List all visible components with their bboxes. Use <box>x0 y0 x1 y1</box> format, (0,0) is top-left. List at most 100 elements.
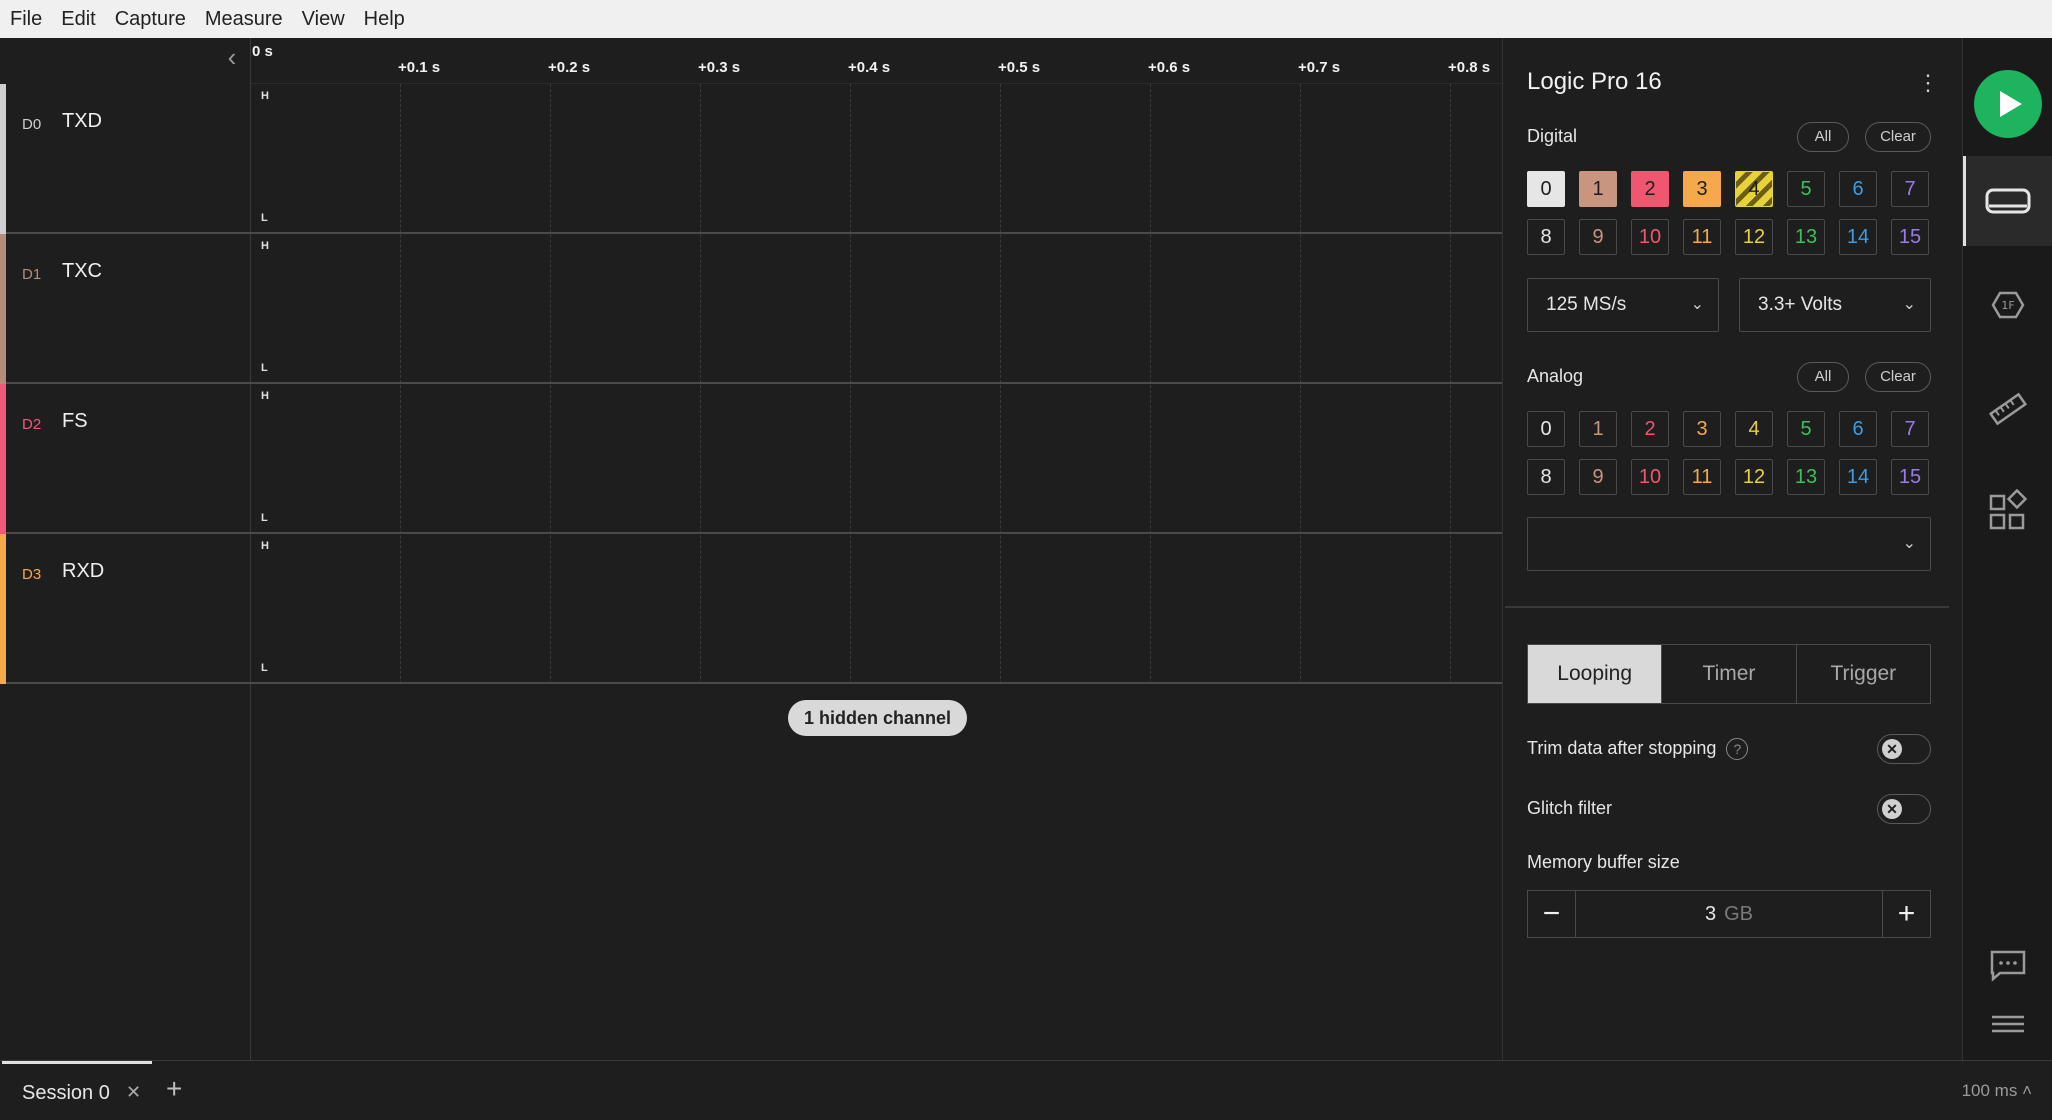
digital-channel-6[interactable]: 6 <box>1839 171 1877 207</box>
collapse-panel-chevron-icon[interactable]: ‹ <box>220 44 244 70</box>
analog-channel-2[interactable]: 2 <box>1631 411 1669 447</box>
add-session-plus-icon[interactable]: + <box>166 1073 182 1105</box>
analog-clear-button[interactable]: Clear <box>1865 362 1931 392</box>
help-icon[interactable]: ? <box>1726 738 1749 761</box>
channel-id: D0 <box>22 116 42 133</box>
analog-channel-11[interactable]: 11 <box>1683 459 1721 495</box>
session-tab[interactable]: Session 0 ✕ <box>2 1061 152 1120</box>
memory-buffer-value[interactable]: 3 GB <box>1576 891 1882 937</box>
channel-row[interactable]: D2 FS H L <box>0 384 1502 534</box>
tab-looping[interactable]: Looping <box>1528 645 1663 703</box>
digital-clear-button[interactable]: Clear <box>1865 122 1931 152</box>
analog-channel-6[interactable]: 6 <box>1839 411 1877 447</box>
digital-channel-8[interactable]: 8 <box>1527 219 1565 255</box>
tab-timer[interactable]: Timer <box>1662 645 1797 703</box>
channel-row[interactable]: D0 TXD H L <box>0 84 1502 234</box>
digital-channel-12[interactable]: 12 <box>1735 219 1773 255</box>
analog-channel-5[interactable]: 5 <box>1787 411 1825 447</box>
channel-name[interactable]: FS <box>62 410 88 433</box>
glitch-filter-label: Glitch filter <box>1527 798 1613 818</box>
digital-channel-15[interactable]: 15 <box>1891 219 1929 255</box>
menu-item-edit[interactable]: Edit <box>61 8 95 31</box>
analog-channel-1[interactable]: 1 <box>1579 411 1617 447</box>
digital-channel-3[interactable]: 3 <box>1683 171 1721 207</box>
menu-item-help[interactable]: Help <box>364 8 405 31</box>
digital-channel-13[interactable]: 13 <box>1787 219 1825 255</box>
ruler-tick-label: +0.8 s <box>1448 59 1491 76</box>
analog-channel-0[interactable]: 0 <box>1527 411 1565 447</box>
increment-button[interactable]: + <box>1882 891 1930 937</box>
menu-item-view[interactable]: View <box>302 8 345 31</box>
digital-channel-4[interactable]: 4 <box>1735 171 1773 207</box>
timescale-value: 100 ms <box>1961 1081 2018 1100</box>
analog-section-label: Analog <box>1527 366 1584 386</box>
ruler-tick-label: +0.2 s <box>548 59 591 76</box>
digital-channel-14[interactable]: 14 <box>1839 219 1877 255</box>
ruler-tick-label: +0.6 s <box>1148 59 1191 76</box>
memory-buffer-stepper: − 3 GB + <box>1527 890 1931 938</box>
timescale-dropdown[interactable]: 100 ms ˄ <box>1962 1081 2032 1101</box>
analog-channel-13[interactable]: 13 <box>1787 459 1825 495</box>
trim-data-toggle[interactable]: ✕ <box>1877 734 1931 764</box>
close-icon[interactable]: ✕ <box>126 1082 141 1103</box>
analog-channel-14[interactable]: 14 <box>1839 459 1877 495</box>
measure-ruler-icon[interactable] <box>1983 384 2033 434</box>
time-ruler[interactable]: 0 s +0.1 s +0.2 s +0.3 s +0.4 s +0.5 s +0.6 s +… <box>251 38 1502 84</box>
digital-channel-2[interactable]: 2 <box>1631 171 1669 207</box>
analog-channel-10[interactable]: 10 <box>1631 459 1669 495</box>
digital-channel-10[interactable]: 10 <box>1631 219 1669 255</box>
analyzers-icon[interactable]: 1F <box>1983 280 2033 330</box>
digital-channel-9[interactable]: 9 <box>1579 219 1617 255</box>
analog-channel-15[interactable]: 15 <box>1891 459 1929 495</box>
voltage-select[interactable]: 3.3+ Volts ⌄ <box>1739 278 1931 332</box>
analog-rate-select[interactable]: ⌄ <box>1527 517 1931 571</box>
channel-row[interactable]: D3 RXD H L <box>0 534 1502 684</box>
more-options-icon[interactable]: ⋮ <box>1917 70 1939 96</box>
glitch-filter-toggle[interactable]: ✕ <box>1877 794 1931 824</box>
analog-channel-9[interactable]: 9 <box>1579 459 1617 495</box>
channel-id: D3 <box>22 566 42 583</box>
voltage-value: 3.3+ Volts <box>1758 294 1842 315</box>
analog-channel-7[interactable]: 7 <box>1891 411 1929 447</box>
device-settings-panel: Logic Pro 16 ⋮ Digital All Clear 0123456… <box>1502 38 1962 1060</box>
analog-channel-3[interactable]: 3 <box>1683 411 1721 447</box>
digital-channel-11[interactable]: 11 <box>1683 219 1721 255</box>
analog-channel-12[interactable]: 12 <box>1735 459 1773 495</box>
digital-channel-5[interactable]: 5 <box>1787 171 1825 207</box>
waveform-area[interactable]: ‹ 0 s +0.1 s +0.2 s +0.3 s +0.4 s +0.5 s +0.6 … <box>0 38 1502 1060</box>
menu-item-measure[interactable]: Measure <box>205 8 283 31</box>
analog-channel-4[interactable]: 4 <box>1735 411 1773 447</box>
channel-low-label: L <box>261 512 268 524</box>
trim-data-option: Trim data after stopping? <box>1527 738 1749 761</box>
channel-high-label: H <box>261 90 269 102</box>
channel-low-label: L <box>261 212 268 224</box>
hidden-channels-button[interactable]: 1 hidden channel <box>788 700 967 736</box>
ruler-tick-label: 0 s <box>252 43 273 60</box>
feedback-chat-icon[interactable] <box>1983 940 2033 990</box>
tab-trigger[interactable]: Trigger <box>1797 645 1930 703</box>
digital-channel-1[interactable]: 1 <box>1579 171 1617 207</box>
channel-high-label: H <box>261 540 269 552</box>
sample-rate-select[interactable]: 125 MS/s ⌄ <box>1527 278 1719 332</box>
channel-name[interactable]: RXD <box>62 560 104 583</box>
menu-item-capture[interactable]: Capture <box>115 8 186 31</box>
channel-row[interactable]: D1 TXC H L <box>0 234 1502 384</box>
device-icon[interactable] <box>1983 176 2033 226</box>
menu-item-file[interactable]: File <box>10 8 42 31</box>
play-icon <box>2000 91 2022 117</box>
digital-all-button[interactable]: All <box>1797 122 1849 152</box>
start-capture-button[interactable] <box>1974 70 2042 138</box>
channel-id: D1 <box>22 266 42 283</box>
extensions-icon[interactable] <box>1983 488 2033 538</box>
menu-bar: File Edit Capture Measure View Help <box>0 0 2052 38</box>
decrement-button[interactable]: − <box>1528 891 1576 937</box>
hamburger-menu-icon[interactable] <box>1983 1000 2033 1050</box>
digital-channel-7[interactable]: 7 <box>1891 171 1929 207</box>
channel-name[interactable]: TXC <box>62 260 102 283</box>
memory-value: 3 <box>1704 903 1717 925</box>
analog-channel-8[interactable]: 8 <box>1527 459 1565 495</box>
channel-name[interactable]: TXD <box>62 110 102 133</box>
session-bar: Session 0 ✕ + 100 ms ˄ <box>0 1060 2052 1120</box>
digital-channel-0[interactable]: 0 <box>1527 171 1565 207</box>
analog-all-button[interactable]: All <box>1797 362 1849 392</box>
